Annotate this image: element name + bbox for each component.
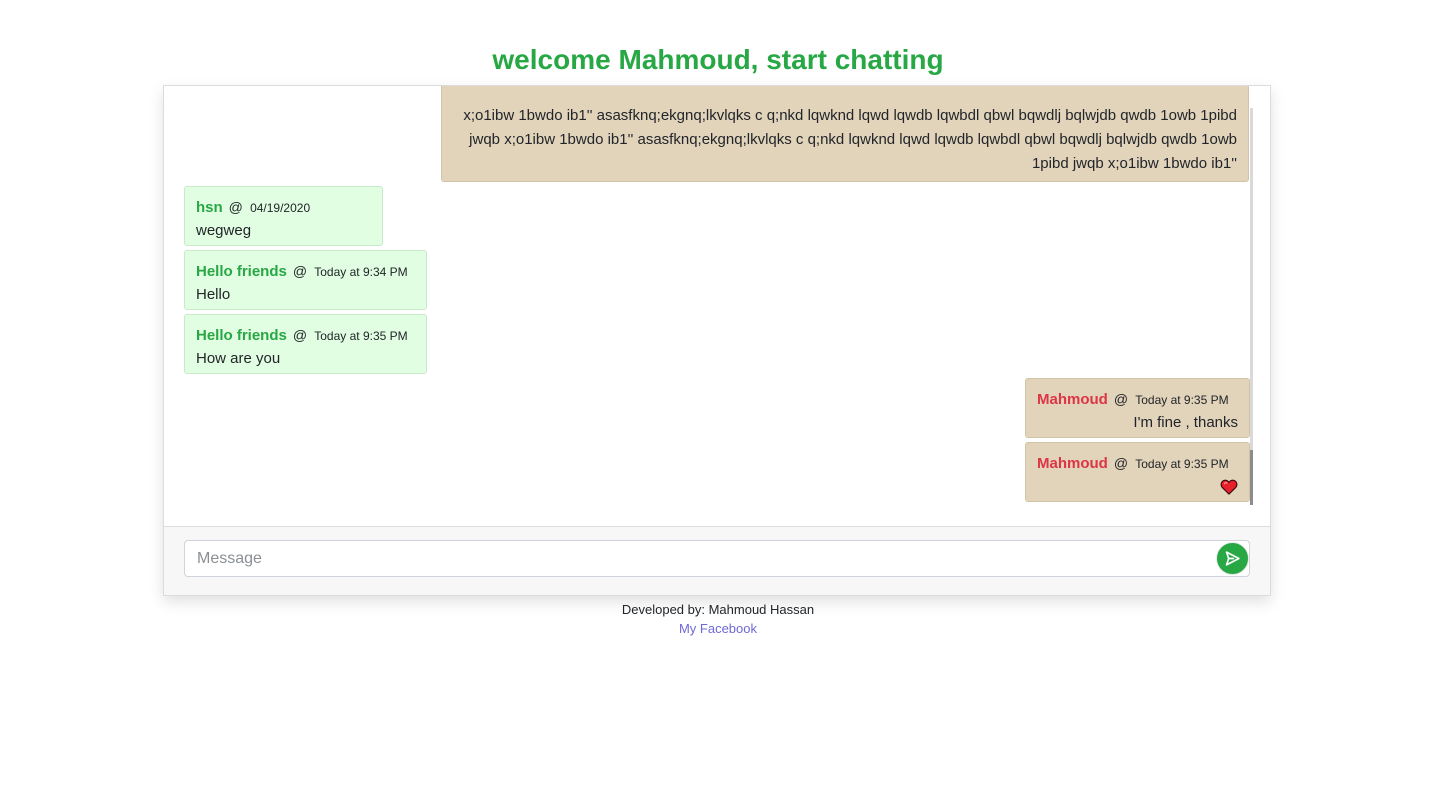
facebook-link[interactable]: My Facebook [679,621,757,636]
message-own: x;o1ibw 1bwdo ib1'' asasfknq;ekgnq;lkvlq… [441,86,1249,182]
message-incoming: Hello friends @ Today at 9:34 PM Hello [184,250,427,310]
chat-card: x;o1ibw 1bwdo ib1'' asasfknq;ekgnq;lkvlq… [163,85,1271,596]
message-text: How are you [196,350,281,367]
at-sign: @ [1113,391,1129,407]
message-time: Today at 9:34 PM [314,265,408,279]
message-sender: hsn [196,199,223,216]
message-input[interactable] [184,540,1250,577]
send-button[interactable] [1216,542,1249,575]
message-sender: Hello friends [196,263,287,280]
message-header: Hello friends @ Today at 9:34 PM [196,259,415,283]
message-sender: Hello friends [196,327,287,344]
message-sender: Mahmoud [1037,455,1108,472]
at-sign: @ [292,263,308,279]
message-text: Hello [196,286,231,303]
developer-credit: Developed by: Mahmoud Hassan [621,602,815,617]
scrollbar-thumb[interactable] [1250,450,1253,505]
messages-list[interactable]: x;o1ibw 1bwdo ib1'' asasfknq;ekgnq;lkvlq… [164,86,1270,526]
message-incoming: Hello friends @ Today at 9:35 PM How are … [184,314,427,374]
message-header: Hello friends @ Today at 9:35 PM [196,323,415,347]
message-time: Today at 9:35 PM [314,329,408,343]
message-text: wegweg [196,222,252,239]
message-own: Mahmoud @ Today at 9:35 PM [1025,442,1250,502]
send-icon [1225,551,1240,566]
heart-icon [1220,479,1238,495]
at-sign: @ [228,199,243,215]
message-text: x;o1ibw 1bwdo ib1'' asasfknq;ekgnq;lkvlq… [463,107,1237,172]
page-title: welcome Mahmoud, start chatting [492,44,944,75]
message-header: Mahmoud @ Today at 9:35 PM [1037,387,1238,411]
message-sender: Mahmoud [1037,391,1108,408]
message-time: Today at 9:35 PM [1135,457,1229,471]
message-header: Mahmoud @ Today at 9:35 PM [1037,451,1238,475]
message-own: Mahmoud @ Today at 9:35 PM I'm fine , tha… [1025,378,1250,438]
at-sign: @ [292,327,308,343]
footer: Developed by: Mahmoud Hassan My Facebook [0,600,1430,638]
message-incoming: hsn @ 04/19/2020 wegweg [184,186,383,246]
message-text: I'm fine , thanks [1133,414,1238,431]
scrollbar-track[interactable] [1250,108,1253,505]
message-composer [164,526,1270,595]
at-sign: @ [1113,455,1129,471]
message-content [1037,475,1238,499]
message-header: hsn @ 04/19/2020 [196,195,371,219]
message-time: Today at 9:35 PM [1135,393,1229,407]
message-time: 04/19/2020 [250,201,311,215]
